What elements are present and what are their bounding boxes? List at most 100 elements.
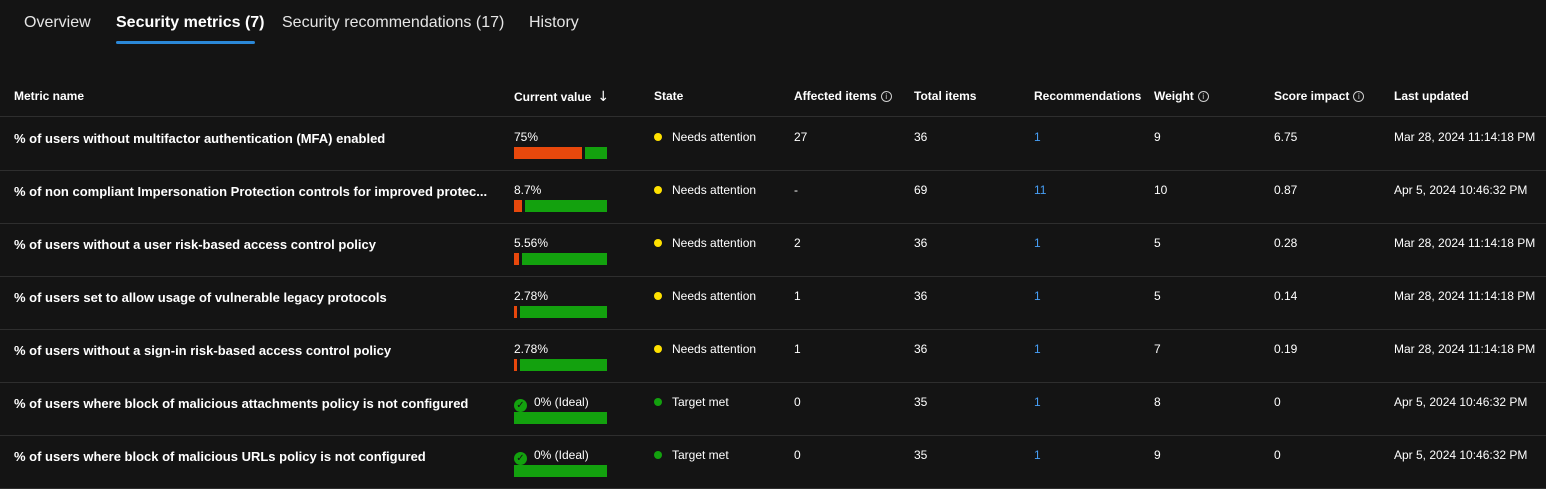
tab-security-metrics[interactable]: Security metrics (7) <box>116 14 265 32</box>
column-header-state[interactable]: State <box>654 89 683 103</box>
metric-name[interactable]: % of users set to allow usage of vulnera… <box>14 290 506 305</box>
column-header-current-value[interactable]: Current value ↓ <box>514 89 609 105</box>
recommendations-link[interactable]: 1 <box>1034 130 1041 144</box>
column-header-last-updated[interactable]: Last updated <box>1394 89 1469 103</box>
current-value-bar <box>514 359 607 371</box>
column-header-label: State <box>654 89 684 103</box>
affected-items: 0 <box>794 448 801 462</box>
current-value-bar <box>514 147 607 159</box>
state-text: Target met <box>672 448 729 462</box>
table-row[interactable]: % of users without a sign-in risk-based … <box>0 329 1546 383</box>
metric-name[interactable]: % of users without a sign-in risk-based … <box>14 343 506 358</box>
bar-good-segment <box>522 253 607 265</box>
table-row[interactable]: % of users set to allow usage of vulnera… <box>0 276 1546 330</box>
current-value-text: 8.7% <box>514 183 542 197</box>
score-impact: 0.14 <box>1274 289 1298 303</box>
column-header-label: Weight <box>1154 89 1194 103</box>
recommendations-link[interactable]: 1 <box>1034 236 1041 250</box>
current-value: ✓8.7% <box>514 183 541 197</box>
metric-name[interactable]: % of users where block of malicious URLs… <box>14 449 506 464</box>
current-value-text: 2.78% <box>514 342 549 356</box>
column-header-metric-name[interactable]: Metric name <box>14 89 84 103</box>
last-updated: Apr 5, 2024 10:46:32 PM <box>1394 395 1528 409</box>
weight: 8 <box>1154 395 1161 409</box>
status-dot-icon <box>654 451 662 459</box>
recommendations-link[interactable]: 1 <box>1034 289 1041 303</box>
current-value-text: 75% <box>514 130 539 144</box>
column-header-recommendations[interactable]: Recommendations <box>1034 89 1141 103</box>
weight: 10 <box>1154 183 1168 197</box>
metric-name[interactable]: % of non compliant Impersonation Protect… <box>14 184 506 199</box>
weight: 5 <box>1154 289 1161 303</box>
total-items: 69 <box>914 183 928 197</box>
column-header-affected-items[interactable]: Affected items i <box>794 89 892 103</box>
affected-items: 27 <box>794 130 808 144</box>
info-icon[interactable]: i <box>1197 91 1209 102</box>
state-cell: Needs attention <box>654 342 756 356</box>
current-value-bar <box>514 253 607 265</box>
tab-security-recommendations[interactable]: Security recommendations (17) <box>282 14 504 32</box>
info-icon[interactable]: i <box>1353 91 1365 102</box>
weight: 7 <box>1154 342 1161 356</box>
bar-bad-segment <box>514 200 522 212</box>
bar-good-segment <box>520 306 607 318</box>
state-cell: Needs attention <box>654 289 756 303</box>
total-items: 35 <box>914 448 928 462</box>
table-row[interactable]: % of users without a user risk-based acc… <box>0 223 1546 277</box>
score-impact: 0.28 <box>1274 236 1298 250</box>
total-items: 36 <box>914 342 928 356</box>
table-row[interactable]: % of users where block of malicious atta… <box>0 382 1546 436</box>
info-icon[interactable]: i <box>880 91 892 102</box>
current-value-bar <box>514 465 607 477</box>
affected-items: 1 <box>794 289 801 303</box>
tab-overview[interactable]: Overview <box>24 14 91 32</box>
sort-descending-icon[interactable]: ↓ <box>597 89 609 105</box>
weight: 9 <box>1154 130 1161 144</box>
bar-bad-segment <box>514 306 517 318</box>
column-header-label: Recommendations <box>1034 89 1142 103</box>
metric-name[interactable]: % of users without multifactor authentic… <box>14 131 506 146</box>
last-updated: Apr 5, 2024 10:46:32 PM <box>1394 183 1528 197</box>
current-value-bar <box>514 200 607 212</box>
metric-name[interactable]: % of users without a user risk-based acc… <box>14 237 506 252</box>
current-value: ✓5.56% <box>514 236 548 250</box>
column-header-total-items[interactable]: Total items <box>914 89 976 103</box>
total-items: 36 <box>914 289 928 303</box>
total-items: 35 <box>914 395 928 409</box>
table-row[interactable]: % of users without multifactor authentic… <box>0 117 1546 171</box>
recommendations-link[interactable]: 1 <box>1034 342 1041 356</box>
column-header-label: Total items <box>914 89 977 103</box>
bar-bad-segment <box>514 359 517 371</box>
status-dot-icon <box>654 398 662 406</box>
table-row[interactable]: % of users where block of malicious URLs… <box>0 435 1546 489</box>
status-dot-icon <box>654 345 662 353</box>
state-text: Needs attention <box>672 289 757 303</box>
current-value-bar <box>514 306 607 318</box>
status-dot-icon <box>654 186 662 194</box>
score-impact: 0.87 <box>1274 183 1298 197</box>
total-items: 36 <box>914 130 928 144</box>
table-row[interactable]: % of non compliant Impersonation Protect… <box>0 170 1546 224</box>
score-impact: 0.19 <box>1274 342 1298 356</box>
total-items: 36 <box>914 236 928 250</box>
state-text: Needs attention <box>672 342 757 356</box>
bar-good-segment <box>520 359 607 371</box>
metric-name[interactable]: % of users where block of malicious atta… <box>14 396 506 411</box>
state-cell: Needs attention <box>654 183 756 197</box>
column-header-weight[interactable]: Weight i <box>1154 89 1209 103</box>
column-header-score-impact[interactable]: Score impact i <box>1274 89 1365 103</box>
bar-good-segment <box>585 147 607 159</box>
column-header-label: Affected items <box>794 89 877 103</box>
recommendations-link[interactable]: 11 <box>1034 183 1046 197</box>
bar-good-segment <box>525 200 607 212</box>
recommendations-link[interactable]: 1 <box>1034 448 1041 462</box>
affected-items: 1 <box>794 342 801 356</box>
current-value-text: 5.56% <box>514 236 549 250</box>
current-value: ✓ 0% (Ideal) <box>514 448 589 465</box>
state-cell: Target met <box>654 395 729 409</box>
weight: 5 <box>1154 236 1161 250</box>
tab-history[interactable]: History <box>529 14 579 32</box>
last-updated: Mar 28, 2024 11:14:18 PM <box>1394 342 1536 356</box>
recommendations-link[interactable]: 1 <box>1034 395 1041 409</box>
score-impact: 6.75 <box>1274 130 1298 144</box>
